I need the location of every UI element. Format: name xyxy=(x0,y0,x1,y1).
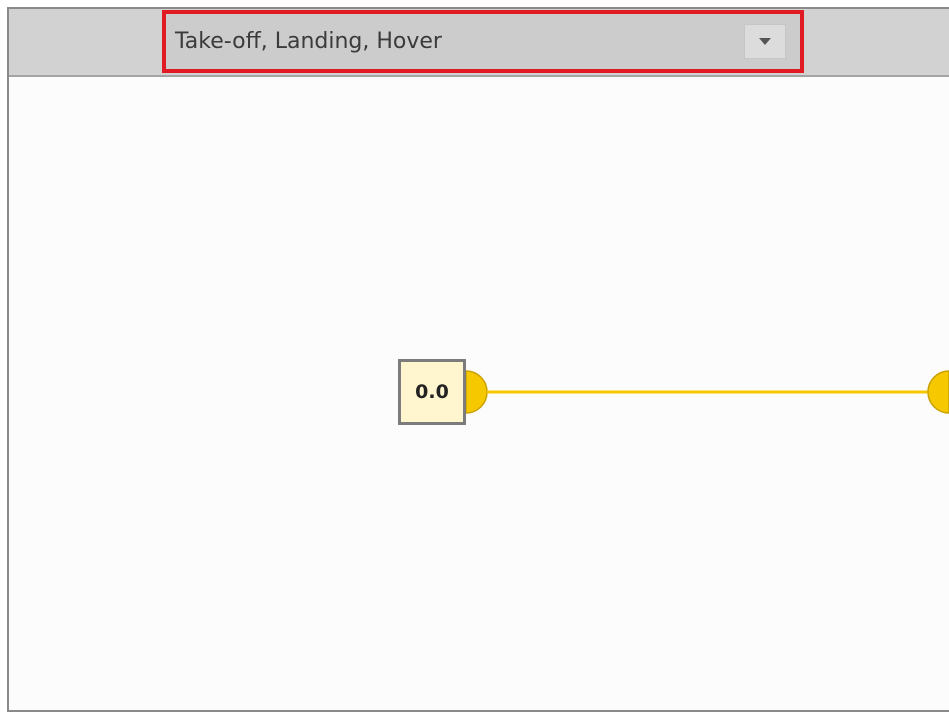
dropdown-arrow-button[interactable] xyxy=(744,24,786,59)
connector-layer xyxy=(465,370,949,414)
diagram-canvas[interactable]: 0.0 xyxy=(9,77,949,710)
constant-value-node[interactable]: 0.0 xyxy=(398,359,466,425)
input-port[interactable] xyxy=(927,370,949,414)
mode-dropdown-value: Take-off, Landing, Hover xyxy=(175,29,442,54)
editor-frame: Take-off, Landing, Hover 0.0 xyxy=(7,7,949,712)
mode-dropdown[interactable]: Take-off, Landing, Hover xyxy=(162,10,804,73)
toolbar: Take-off, Landing, Hover xyxy=(9,9,949,77)
chevron-down-icon xyxy=(759,38,771,45)
output-port[interactable] xyxy=(465,370,488,414)
